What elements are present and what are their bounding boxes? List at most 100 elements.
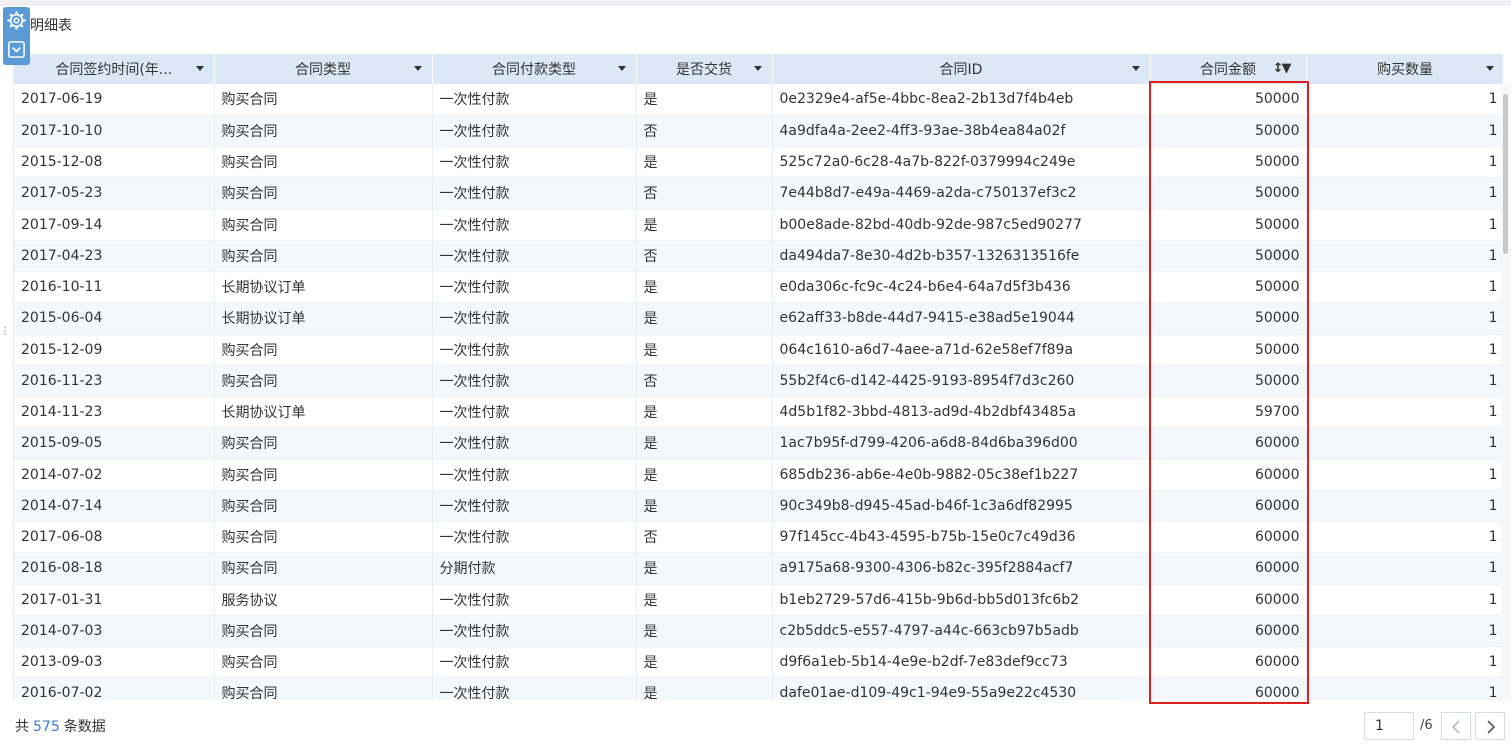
- cell-quantity: 1: [1306, 271, 1503, 304]
- cell-delivered: 是: [636, 302, 773, 335]
- cell-contract-id: 1ac7b95f-d799-4206-a6d8-84d6ba396d00: [772, 427, 1151, 460]
- widget-title: 明细表: [30, 18, 72, 34]
- table-row[interactable]: 2013-09-03 购买合同 一次性付款是 d9f6a1eb-5b14-4e9e-b…: [14, 646, 1503, 679]
- table-row[interactable]: 2016-08-18 购买合同 分期付款是 a9175a68-9300-4306-b8…: [14, 552, 1503, 585]
- cell-payment-type: 一次性付款: [432, 396, 637, 429]
- cell-sign-date: 2017-09-14: [14, 209, 215, 241]
- caret-down-icon[interactable]: [617, 66, 626, 71]
- table-row[interactable]: 2017-04-23 购买合同 一次性付款否 da494da7-8e30-4d2b-b…: [14, 240, 1503, 273]
- column-header-contract-type[interactable]: 合同类型: [214, 54, 433, 84]
- cell-quantity: 1: [1306, 177, 1503, 210]
- table-row[interactable]: 2014-07-03 购买合同 一次性付款是 c2b5ddc5-e557-4797-a…: [14, 615, 1503, 648]
- column-header-contract-amount[interactable]: 合同金额 ↕▼: [1150, 54, 1307, 84]
- cell-delivered: 是: [636, 209, 773, 241]
- table-row[interactable]: 2015-12-09 购买合同 一次性付款是 064c1610-a6d7-4aee-a…: [14, 334, 1503, 366]
- table-row[interactable]: 2017-05-23 购买合同 一次性付款否 7e44b8d7-e49a-4469-a…: [14, 177, 1503, 210]
- column-header-sign-date[interactable]: 合同签约时间(年...: [14, 54, 215, 84]
- cell-sign-date: 2014-07-14: [14, 490, 215, 523]
- cell-quantity: 1: [1306, 584, 1503, 616]
- caret-down-icon[interactable]: [195, 66, 204, 71]
- cell-sign-date: 2016-08-18: [14, 552, 215, 585]
- cell-contract-amount: 60000: [1150, 615, 1307, 648]
- table-row[interactable]: 2014-07-02 购买合同 一次性付款是 685db236-ab6e-4e0b-9…: [14, 459, 1503, 491]
- caret-down-icon[interactable]: [413, 66, 422, 71]
- table-row[interactable]: 2017-01-31 服务协议 一次性付款是 b1eb2729-57d6-415b-9…: [14, 584, 1503, 616]
- cell-contract-id: b00e8ade-82bd-40db-92de-987c5ed90277: [772, 209, 1151, 241]
- column-header-quantity[interactable]: 购买数量: [1306, 54, 1503, 84]
- cell-sign-date: 2016-10-11: [14, 271, 215, 304]
- cell-contract-amount: 60000: [1150, 552, 1307, 585]
- top-bar: [0, 0, 1511, 6]
- cell-sign-date: 2017-06-08: [14, 521, 215, 554]
- table-row[interactable]: 2015-12-08 购买合同 一次性付款是 525c72a0-6c28-4a7b-8…: [14, 146, 1503, 179]
- table-row[interactable]: 2016-11-23 购买合同 一次性付款否 55b2f4c6-d142-4425-9…: [14, 365, 1503, 398]
- cell-quantity: 1: [1306, 396, 1503, 429]
- table-row[interactable]: 2014-07-14 购买合同 一次性付款是 90c349b8-d945-45ad-b…: [14, 490, 1503, 523]
- scrollbar-thumb[interactable]: [1503, 94, 1508, 254]
- cell-contract-type: 购买合同: [214, 84, 433, 116]
- table-row[interactable]: 2015-06-04 长期协议订单 一次性付款是 e62aff33-b8de-44d7…: [14, 302, 1503, 335]
- vertical-scrollbar[interactable]: [1501, 84, 1511, 700]
- cell-payment-type: 一次性付款: [432, 84, 637, 116]
- sort-filter-icon[interactable]: ↕▼: [1273, 61, 1292, 76]
- chevron-down-box-icon: [8, 41, 25, 58]
- resize-handle-icon[interactable]: ⋮: [0, 327, 10, 344]
- table-row[interactable]: 2014-11-23 长期协议订单 一次性付款是 4d5b1f82-3bbd-4813…: [14, 396, 1503, 429]
- table-row[interactable]: 2017-06-08 购买合同 一次性付款否 97f145cc-4b43-4595-b…: [14, 521, 1503, 554]
- cell-payment-type: 一次性付款: [432, 146, 637, 179]
- cell-quantity: 1: [1306, 615, 1503, 648]
- table-row[interactable]: 2017-09-14 购买合同 一次性付款是 b00e8ade-82bd-40db-9…: [14, 209, 1503, 241]
- cell-delivered: 是: [636, 584, 773, 616]
- cell-contract-amount: 50000: [1150, 302, 1307, 335]
- cell-contract-id: 55b2f4c6-d142-4425-9193-8954f7d3c260: [772, 365, 1151, 398]
- table-row[interactable]: 2017-06-19 购买合同 一次性付款是 0e2329e4-af5e-4bbc-8…: [14, 84, 1503, 116]
- table-row[interactable]: 2016-10-11 长期协议订单 一次性付款是 e0da306c-fc9c-4c24…: [14, 271, 1503, 304]
- cell-delivered: 是: [636, 396, 773, 429]
- cell-payment-type: 一次性付款: [432, 584, 637, 616]
- column-header-contract-id[interactable]: 合同ID: [772, 54, 1151, 84]
- table-row[interactable]: 2015-09-05 购买合同 一次性付款是 1ac7b95f-d799-4206-a…: [14, 427, 1503, 460]
- cell-sign-date: 2014-11-23: [14, 396, 215, 429]
- page-number-input[interactable]: [1364, 712, 1414, 740]
- cell-contract-id: 4d5b1f82-3bbd-4813-ad9d-4b2dbf43485a: [772, 396, 1151, 429]
- cell-sign-date: 2016-11-23: [14, 365, 215, 398]
- cell-payment-type: 一次性付款: [432, 177, 637, 210]
- cell-contract-type: 购买合同: [214, 209, 433, 241]
- cell-payment-type: 一次性付款: [432, 490, 637, 523]
- table-row[interactable]: 2017-10-10 购买合同 一次性付款否 4a9dfa4a-2ee2-4ff3-9…: [14, 115, 1503, 148]
- next-page-button[interactable]: [1475, 712, 1505, 740]
- cell-contract-id: dafe01ae-d109-49c1-94e9-55a9e22c4530: [772, 677, 1151, 700]
- caret-down-icon[interactable]: [753, 66, 762, 71]
- settings-button[interactable]: [3, 7, 30, 34]
- cell-delivered: 是: [636, 552, 773, 585]
- cell-payment-type: 一次性付款: [432, 677, 637, 700]
- column-header-delivered[interactable]: 是否交货: [636, 54, 773, 84]
- cell-contract-id: 97f145cc-4b43-4595-b75b-15e0c7c49d36: [772, 521, 1151, 554]
- cell-contract-type: 购买合同: [214, 615, 433, 648]
- cell-delivered: 是: [636, 146, 773, 179]
- caret-down-icon[interactable]: [1131, 66, 1140, 71]
- table-row[interactable]: 2016-07-02 购买合同 一次性付款是 dafe01ae-d109-49c1-9…: [14, 677, 1503, 700]
- cell-delivered: 是: [636, 646, 773, 679]
- cell-quantity: 1: [1306, 427, 1503, 460]
- cell-contract-amount: 50000: [1150, 209, 1307, 241]
- cell-contract-id: d9f6a1eb-5b14-4e9e-b2df-7e83def9cc73: [772, 646, 1151, 679]
- prev-page-button[interactable]: [1441, 712, 1471, 740]
- cell-contract-id: 525c72a0-6c28-4a7b-822f-0379994c249e: [772, 146, 1151, 179]
- record-count-value: 575: [33, 719, 60, 735]
- cell-quantity: 1: [1306, 84, 1503, 116]
- cell-contract-amount: 60000: [1150, 490, 1307, 523]
- column-header-payment-type[interactable]: 合同付款类型: [432, 54, 637, 84]
- cell-contract-amount: 50000: [1150, 115, 1307, 148]
- cell-contract-type: 购买合同: [214, 365, 433, 398]
- cell-sign-date: 2016-07-02: [14, 677, 215, 700]
- cell-delivered: 是: [636, 271, 773, 304]
- cell-contract-id: c2b5ddc5-e557-4797-a44c-663cb97b5adb: [772, 615, 1151, 648]
- cell-sign-date: 2014-07-02: [14, 459, 215, 491]
- cell-delivered: 是: [636, 427, 773, 460]
- cell-sign-date: 2015-06-04: [14, 302, 215, 335]
- caret-down-icon[interactable]: [1485, 66, 1494, 71]
- cell-quantity: 1: [1306, 240, 1503, 273]
- cell-payment-type: 一次性付款: [432, 521, 637, 554]
- collapse-button[interactable]: [3, 36, 30, 63]
